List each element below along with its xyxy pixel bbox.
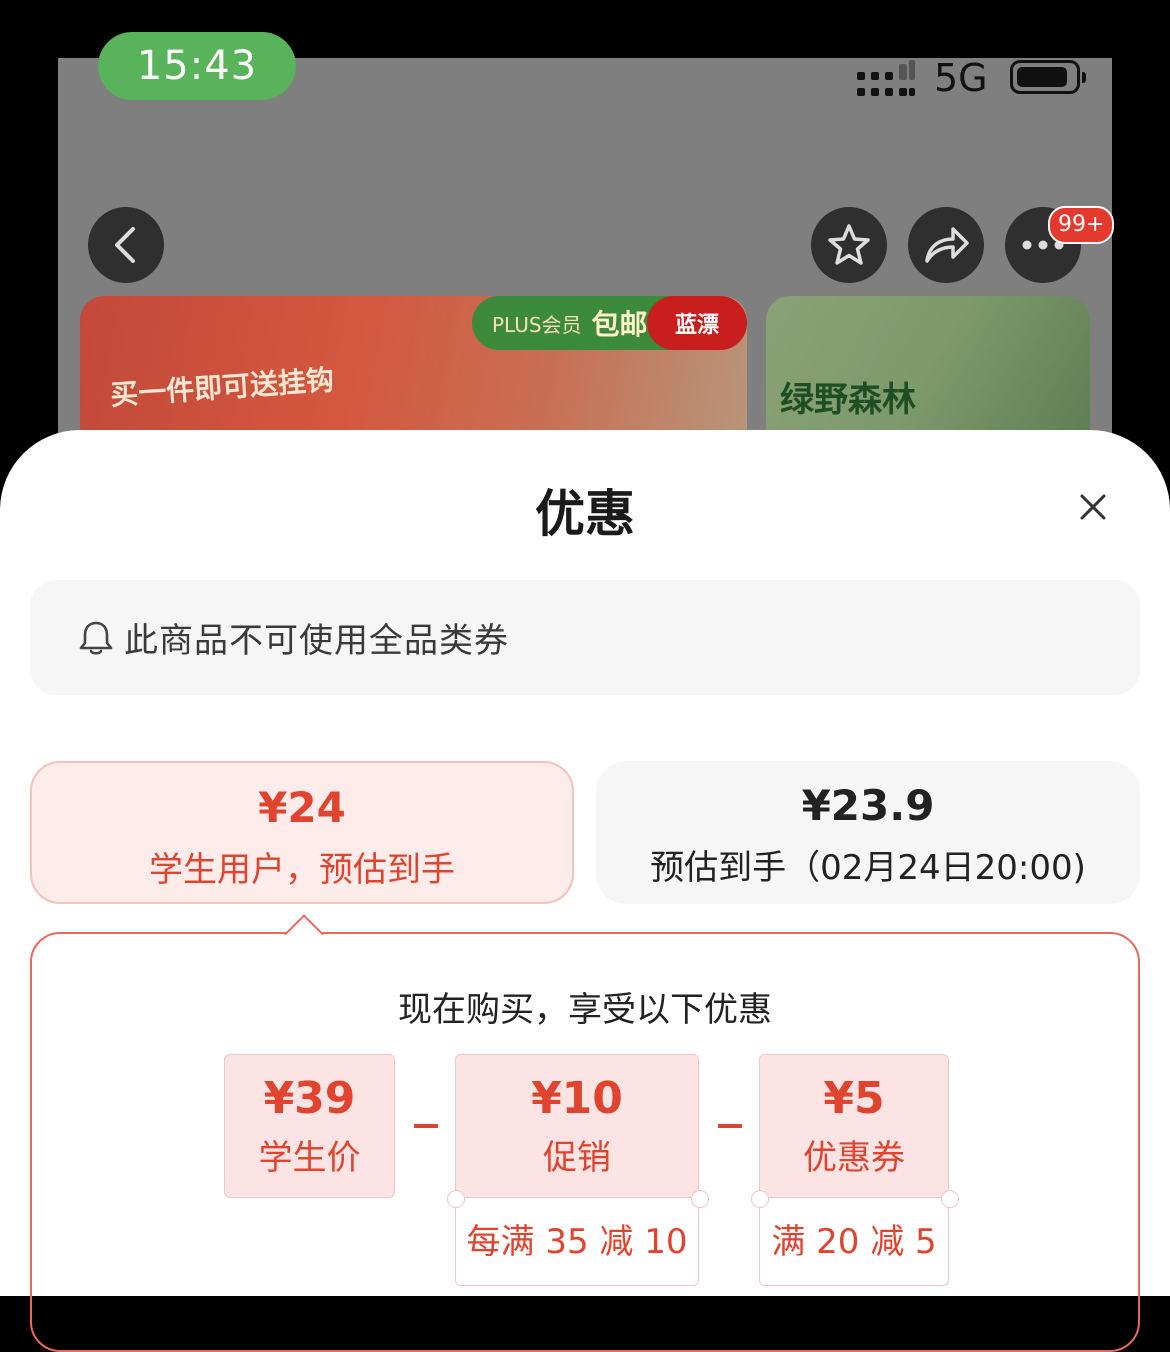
- promotion-condition: 每满 35 减 10: [455, 1198, 699, 1286]
- price-amount: ¥24: [258, 783, 346, 832]
- free-shipping-label: 包邮: [591, 308, 648, 341]
- favorite-button[interactable]: [811, 207, 887, 283]
- chip-value: ¥39: [263, 1073, 356, 1124]
- bell-icon: [79, 621, 113, 655]
- ticket-notch: [447, 1190, 465, 1208]
- ticket-notch: [751, 1190, 769, 1208]
- notification-badge: 99+: [1048, 206, 1115, 244]
- product-thumbnail-image[interactable]: 绿野森林: [766, 296, 1090, 436]
- thumbnail-title: 绿野森林: [780, 380, 916, 420]
- signal-icon: [857, 60, 915, 96]
- coupon-condition: 满 20 减 5: [759, 1198, 949, 1286]
- coupon-chip: ¥5 优惠券: [759, 1054, 949, 1198]
- chip-label: 优惠券: [803, 1138, 905, 1178]
- price-description: 预估到手（02月24日20:00): [650, 848, 1086, 888]
- notice-text: 此商品不可使用全品类券: [124, 621, 509, 661]
- product-banner-image[interactable]: 买一件即可送挂钩 PLUS会员 包邮 蓝漂: [80, 296, 747, 436]
- student-price-chip: ¥39 学生价: [224, 1054, 395, 1198]
- chip-value: ¥5: [823, 1073, 885, 1124]
- ticket-notch: [941, 1190, 959, 1208]
- price-option-scheduled[interactable]: ¥23.9 预估到手（02月24日20:00): [596, 761, 1140, 904]
- plus-label: PLUS会员: [492, 312, 582, 337]
- minus-sign: [718, 1124, 742, 1128]
- star-icon: [828, 224, 870, 265]
- close-icon[interactable]: [1078, 492, 1108, 522]
- sheet-title: 优惠: [535, 485, 635, 543]
- breakdown-pointer: [284, 914, 324, 954]
- ticket-notch: [691, 1190, 709, 1208]
- chevron-left-icon: [115, 227, 135, 263]
- price-description: 学生用户，预估到手: [149, 850, 455, 890]
- status-time: 15:43: [98, 32, 296, 100]
- discount-bottom-sheet: 优惠 此商品不可使用全品类券 ¥24 学生用户，预估到手 ¥23.9 预估到手（…: [0, 430, 1170, 1352]
- banner-promo-text: 买一件即可送挂钩: [109, 363, 335, 412]
- back-button[interactable]: [88, 207, 164, 283]
- brand-logo: 蓝漂: [647, 296, 747, 350]
- chip-value: ¥10: [531, 1073, 623, 1124]
- network-type: 5G: [934, 56, 988, 100]
- discount-breakdown: 现在购买，享受以下优惠 ¥39 学生价 ¥10 促销 每满 35 减 10 ¥5…: [30, 914, 1140, 1352]
- breakdown-heading: 现在购买，享受以下优惠: [398, 990, 772, 1030]
- coupon-notice: 此商品不可使用全品类券: [30, 580, 1140, 695]
- price-option-student[interactable]: ¥24 学生用户，预估到手: [30, 761, 574, 904]
- share-button[interactable]: [908, 207, 984, 283]
- minus-sign: [414, 1124, 438, 1128]
- share-arrow-icon: [925, 227, 969, 263]
- plus-free-shipping-tag: PLUS会员 包邮 蓝漂: [472, 296, 747, 350]
- battery-icon: [1010, 60, 1086, 94]
- chip-label: 促销: [543, 1138, 611, 1178]
- chip-label: 学生价: [258, 1138, 361, 1178]
- promotion-chip: ¥10 促销: [455, 1054, 699, 1198]
- price-amount: ¥23.9: [801, 781, 935, 830]
